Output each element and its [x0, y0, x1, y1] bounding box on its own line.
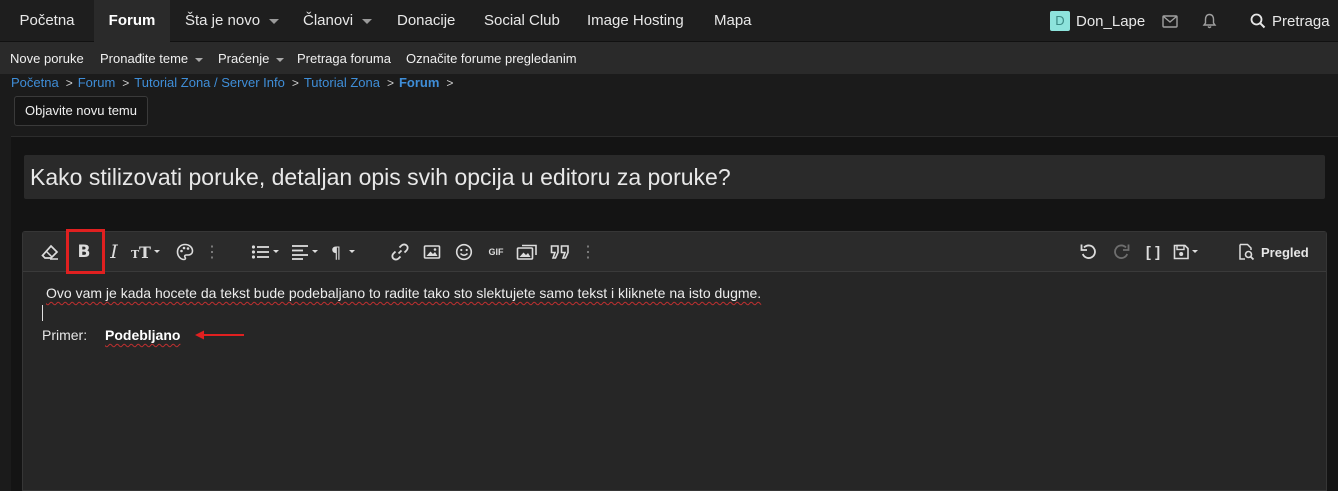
- tab-mapa[interactable]: Mapa: [714, 0, 752, 42]
- subnav-label: Nove poruke: [10, 51, 84, 66]
- tab-label: Donacije: [397, 12, 456, 29]
- svg-text:T: T: [139, 244, 151, 260]
- chevron-right-icon: >: [65, 76, 73, 90]
- chevron-down-icon[interactable]: [362, 18, 373, 24]
- subnav-nove-poruke[interactable]: Nove poruke: [10, 42, 84, 74]
- breadcrumb-item[interactable]: Tutorial Zona / Server Info: [134, 75, 285, 90]
- subnav-label: Pronađite teme: [100, 51, 189, 66]
- align-icon[interactable]: [290, 232, 322, 272]
- breadcrumb-item[interactable]: Forum: [78, 75, 116, 90]
- bbcode-icon[interactable]: [ ]: [1142, 232, 1164, 272]
- image-icon[interactable]: [421, 232, 443, 272]
- list-icon[interactable]: [250, 232, 282, 272]
- tab-forum[interactable]: Forum: [94, 0, 170, 42]
- tab-clanovi[interactable]: Članovi: [303, 0, 373, 42]
- top-nav: Početna Forum Šta je novo Članovi Donaci…: [0, 0, 1338, 42]
- media-icon[interactable]: [515, 232, 539, 272]
- more-icon[interactable]: ⋮: [204, 232, 220, 272]
- tab-label: Mapa: [714, 12, 752, 29]
- gif-icon[interactable]: GIF: [484, 232, 508, 272]
- example-label: Primer:: [42, 327, 88, 343]
- paragraph-icon[interactable]: ¶: [330, 232, 360, 272]
- chevron-down-icon[interactable]: [269, 18, 280, 24]
- user-menu[interactable]: D Don_Lape: [1050, 0, 1145, 42]
- subnav-oznacite-forume[interactable]: Označite forume pregledanim: [406, 42, 577, 74]
- editor-text-line: Ovo vam je kada hocete da tekst bude pod…: [46, 285, 762, 301]
- sub-nav: Nove poruke Pronađite teme Praćenje Pret…: [0, 42, 1338, 74]
- text-size-icon[interactable]: TT: [130, 232, 162, 272]
- tab-label: Social Club: [484, 12, 560, 29]
- tab-label: Početna: [19, 12, 75, 29]
- tab-label: Forum: [108, 12, 156, 29]
- breadcrumb-item[interactable]: Tutorial Zona: [304, 75, 380, 90]
- tab-social-club[interactable]: Social Club: [484, 0, 560, 42]
- thread-title-text: Kako stilizovati poruke, detaljan opis s…: [30, 164, 731, 190]
- tab-image-hosting[interactable]: Image Hosting: [587, 0, 684, 42]
- preview-label: Pregled: [1261, 244, 1309, 260]
- bold-example-text: Podebljano: [105, 327, 181, 343]
- tab-label: Image Hosting: [587, 12, 684, 29]
- chevron-right-icon: >: [122, 76, 130, 90]
- drafts-icon[interactable]: [1172, 232, 1202, 272]
- breadcrumb: Početna > Forum > Tutorial Zona / Server Inf…: [11, 74, 458, 92]
- new-topic-button[interactable]: Objavite novu temu: [14, 96, 148, 126]
- preview-icon: [1239, 243, 1255, 261]
- red-arrow-annotation: [195, 330, 244, 340]
- bell-icon[interactable]: [1202, 0, 1217, 42]
- username: Don_Lape: [1076, 12, 1146, 30]
- bold-highlight-box: [66, 229, 105, 274]
- tab-label: Članovi: [303, 12, 354, 29]
- italic-icon[interactable]: I: [104, 232, 124, 272]
- chevron-down-icon[interactable]: [195, 57, 204, 62]
- more-icon[interactable]: ⋮: [580, 232, 596, 272]
- breadcrumb-item[interactable]: Početna: [11, 75, 59, 90]
- palette-icon[interactable]: [174, 232, 196, 272]
- chevron-right-icon: >: [386, 76, 394, 90]
- tab-sta-je-novo[interactable]: Šta je novo: [185, 0, 280, 42]
- chevron-down-icon[interactable]: [276, 57, 285, 62]
- inbox-icon[interactable]: [1162, 0, 1178, 42]
- undo-icon[interactable]: [1078, 232, 1100, 272]
- search-button[interactable]: Pretraga: [1250, 0, 1330, 42]
- smiley-icon[interactable]: [453, 232, 475, 272]
- eraser-icon[interactable]: [38, 232, 62, 272]
- tab-label: Šta je novo: [185, 12, 261, 29]
- subnav-pronadite-teme[interactable]: Pronađite teme: [100, 42, 204, 74]
- subnav-label: Označite forume pregledanim: [406, 51, 577, 66]
- search-label: Pretraga: [1272, 12, 1330, 30]
- preview-button[interactable]: Pregled: [1237, 232, 1309, 272]
- quote-icon[interactable]: [548, 232, 572, 272]
- subnav-label: Pretraga foruma: [297, 51, 391, 66]
- chevron-right-icon: >: [446, 76, 454, 90]
- avatar: D: [1050, 11, 1070, 31]
- svg-text:¶: ¶: [331, 244, 341, 260]
- redo-icon[interactable]: [1110, 232, 1132, 272]
- link-icon[interactable]: [389, 232, 411, 272]
- tab-pocetna[interactable]: Početna: [0, 0, 94, 42]
- chevron-right-icon: >: [291, 76, 299, 90]
- text-cursor: [42, 305, 43, 321]
- tab-donacije[interactable]: Donacije: [397, 0, 455, 42]
- breadcrumb-current[interactable]: Forum: [399, 75, 439, 90]
- subnav-pretraga-foruma[interactable]: Pretraga foruma: [297, 42, 391, 74]
- search-icon: [1250, 13, 1266, 29]
- subnav-pracenje[interactable]: Praćenje: [218, 42, 285, 74]
- subnav-label: Praćenje: [218, 51, 270, 66]
